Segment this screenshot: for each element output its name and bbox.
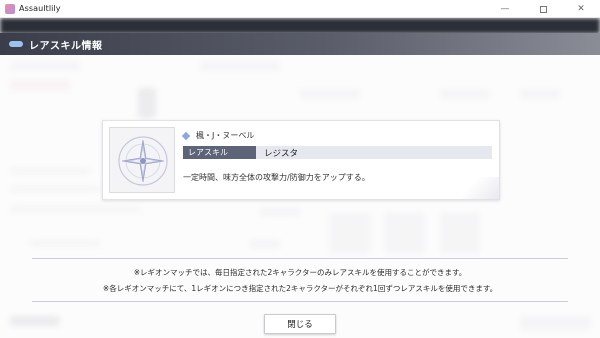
close-dialog-button[interactable]: 閉じる	[264, 314, 336, 334]
dialog-header: レアスキル情報	[0, 33, 600, 55]
rare-skill-card: 楓・J・ヌーベル レアスキル レジスタ 一定時間、味方全体の攻撃力/防御力をアッ…	[102, 120, 500, 200]
skill-icon-frame	[109, 127, 175, 193]
minimize-button[interactable]: —	[486, 0, 524, 18]
compass-star-skill-icon	[118, 136, 168, 186]
notice-divider-top	[32, 258, 568, 259]
skill-name-bar: レアスキル レジスタ	[183, 146, 492, 159]
notice-divider-bottom	[32, 301, 568, 302]
skill-name: レジスタ	[264, 148, 299, 159]
character-name: 楓・J・ヌーベル	[196, 131, 255, 140]
header-pill-icon	[9, 41, 23, 47]
dialog-title: レアスキル情報	[29, 40, 103, 52]
notice-line-2: ※各レギオンマッチにて、1レギオンにつき指定された2キャラクターがそれぞれ1回ず…	[102, 284, 498, 293]
app-icon	[5, 3, 15, 14]
maximize-button[interactable]	[524, 0, 562, 18]
window-titlebar: Assaultlily — ✕	[0, 0, 600, 18]
skill-description: 一定時間、味方全体の攻撃力/防御力をアップする。	[183, 173, 370, 182]
card-corner-decoration	[451, 177, 499, 199]
background-top-strip	[0, 18, 600, 34]
maximize-icon	[539, 5, 547, 13]
character-row: 楓・J・ヌーベル	[181, 130, 255, 141]
window-title: Assaultlily	[19, 4, 61, 13]
rare-skill-tag: レアスキル	[183, 146, 256, 159]
close-window-button[interactable]: ✕	[562, 0, 600, 18]
notice-line-1: ※レギオンマッチでは、毎日指定された2キャラクターのみレアスキルを使用することが…	[133, 268, 467, 277]
diamond-marker-icon	[181, 131, 191, 140]
